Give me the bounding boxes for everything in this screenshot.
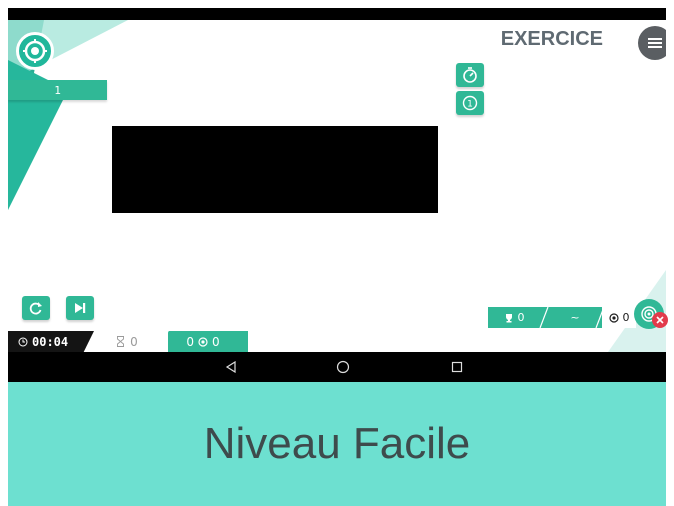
android-navigation-bar [8, 352, 666, 382]
level-indicator[interactable]: 1 [8, 80, 107, 100]
page-title: EXERCICE [500, 28, 603, 50]
target-value: 0 [622, 311, 630, 324]
target-icon [608, 312, 619, 323]
target-logo-icon[interactable] [16, 32, 54, 70]
hourglass-icon [117, 336, 125, 347]
level-caption: Niveau Facile [8, 382, 666, 506]
skip-next-icon [75, 303, 86, 313]
trophy-score: 0 [488, 307, 540, 328]
nav-recents-button[interactable] [448, 358, 466, 376]
refresh-icon [29, 302, 42, 315]
score-bar: 0 ~ 0 [488, 307, 636, 328]
target-icon [198, 336, 208, 347]
level-indicator-label: 1 [54, 83, 61, 97]
hamburger-menu-icon [648, 38, 662, 48]
close-icon [656, 316, 664, 324]
timer-button[interactable] [456, 63, 484, 87]
next-button[interactable] [66, 296, 94, 320]
nav-home-button[interactable] [334, 358, 352, 376]
svg-text:1: 1 [467, 100, 473, 110]
exercise-video[interactable] [112, 126, 438, 213]
retry-button[interactable] [22, 296, 50, 320]
elapsed-time-value: 00:04 [32, 334, 69, 349]
target-score: 0 [602, 307, 636, 328]
trophy-icon [505, 313, 512, 322]
target-counter: 0 0 [158, 331, 248, 352]
recents-square-icon [451, 361, 463, 373]
hourglass-counter: 0 [86, 331, 168, 352]
bottom-status-bar: 0 0 0 00:04 [8, 331, 248, 352]
timer-icon [463, 67, 477, 83]
count-button[interactable]: 1 [456, 91, 484, 115]
number-one-icon: 1 [462, 95, 478, 111]
hourglass-value: 0 [130, 334, 138, 349]
status-bar [8, 8, 666, 20]
nav-back-button[interactable] [222, 358, 240, 376]
back-triangle-icon [225, 361, 236, 373]
wave-value: ~ [570, 311, 580, 324]
close-badge[interactable] [652, 312, 668, 328]
trophy-value: 0 [517, 311, 525, 324]
menu-button[interactable] [638, 26, 666, 60]
clock-icon [18, 337, 28, 346]
exercise-screen: 1 EXERCICE 1 0 ~ 0 0 0 0 00:04 [8, 20, 666, 352]
home-circle-icon [336, 360, 350, 374]
target-counter-value: 0 [186, 334, 194, 349]
target-counter-value2: 0 [212, 334, 220, 349]
elapsed-time: 00:04 [8, 331, 94, 352]
